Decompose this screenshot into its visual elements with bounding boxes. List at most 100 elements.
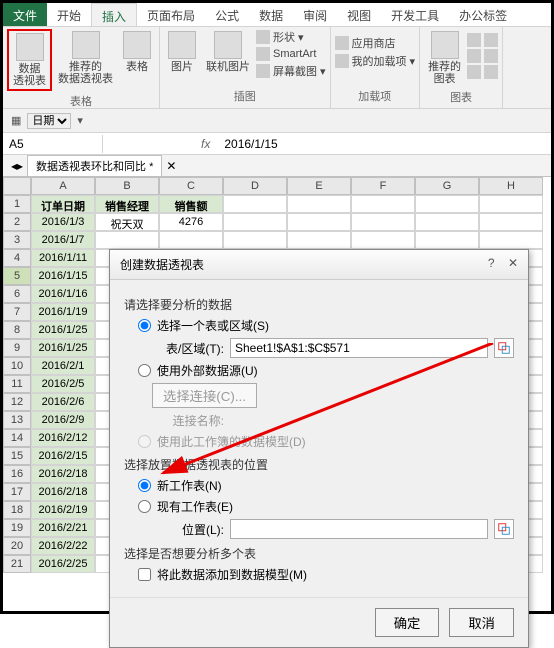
tab-home[interactable]: 开始 [47, 3, 91, 26]
cell[interactable] [223, 231, 287, 249]
date-cell[interactable]: 2016/2/5 [31, 375, 95, 393]
row-header[interactable]: 20 [3, 537, 31, 555]
row-header[interactable]: 10 [3, 357, 31, 375]
col-header[interactable]: F [351, 177, 415, 195]
row-header[interactable]: 8 [3, 321, 31, 339]
row-header[interactable]: 18 [3, 501, 31, 519]
table-header[interactable]: 销售经理 [95, 195, 159, 213]
myaddins-button[interactable]: 我的加载项 ▾ [335, 53, 416, 69]
tab-file[interactable]: 文件 [3, 3, 47, 26]
row-header[interactable]: 6 [3, 285, 31, 303]
cell[interactable] [479, 213, 543, 231]
tab-data[interactable]: 数据 [249, 3, 293, 26]
sheet-tab[interactable]: 数据透视表环比和同比 * [27, 155, 162, 177]
fx-icon[interactable]: fx [193, 137, 218, 151]
cancel-button[interactable]: 取消 [449, 608, 514, 637]
tab-office[interactable]: 办公标签 [449, 3, 517, 26]
table-button[interactable]: 表格 [119, 29, 155, 75]
range-input[interactable] [230, 338, 488, 358]
date-cell[interactable]: 2016/2/19 [31, 501, 95, 519]
date-cell[interactable]: 2016/2/25 [31, 555, 95, 573]
chart-icon-2[interactable] [484, 33, 498, 47]
col-header[interactable]: D [223, 177, 287, 195]
row-header[interactable]: 16 [3, 465, 31, 483]
cell[interactable] [95, 231, 159, 249]
smartart-button[interactable]: SmartArt [256, 47, 326, 61]
date-cell[interactable]: 2016/2/9 [31, 411, 95, 429]
date-cell[interactable]: 2016/2/21 [31, 519, 95, 537]
table-header[interactable]: 销售额 [159, 195, 223, 213]
col-header[interactable]: H [479, 177, 543, 195]
col-header[interactable]: G [415, 177, 479, 195]
chart-icon-3[interactable] [467, 49, 481, 63]
range-select-icon[interactable] [494, 338, 514, 358]
formula-value[interactable]: 2016/1/15 [218, 137, 283, 151]
pivot-table-button[interactable]: 数据 透视表 [7, 29, 52, 91]
cell[interactable] [287, 213, 351, 231]
chart-icon-1[interactable] [467, 33, 481, 47]
ok-button[interactable]: 确定 [375, 608, 440, 637]
tab-review[interactable]: 审阅 [293, 3, 337, 26]
location-select-icon[interactable] [494, 519, 514, 539]
date-cell[interactable]: 2016/1/16 [31, 285, 95, 303]
row-header[interactable]: 2 [3, 213, 31, 231]
cell[interactable] [223, 213, 287, 231]
row-header[interactable]: 15 [3, 447, 31, 465]
date-cell[interactable]: 2016/2/1 [31, 357, 95, 375]
row-header[interactable]: 7 [3, 303, 31, 321]
date-cell[interactable]: 2016/2/12 [31, 429, 95, 447]
radio-existing-sheet[interactable] [138, 500, 151, 513]
cell[interactable] [415, 213, 479, 231]
chart-icon-6[interactable] [484, 65, 498, 79]
date-cell[interactable]: 2016/1/7 [31, 231, 95, 249]
cell[interactable] [159, 231, 223, 249]
date-format-select[interactable]: 日期 [27, 113, 71, 129]
tab-view[interactable]: 视图 [337, 3, 381, 26]
row-header[interactable]: 5 [3, 267, 31, 285]
radio-new-sheet[interactable] [138, 479, 151, 492]
date-cell[interactable]: 2016/2/22 [31, 537, 95, 555]
online-picture-button[interactable]: 联机图片 [202, 29, 254, 75]
date-cell[interactable]: 2016/1/19 [31, 303, 95, 321]
chart-icon-4[interactable] [484, 49, 498, 63]
date-cell[interactable]: 2016/1/25 [31, 321, 95, 339]
row-header[interactable]: 1 [3, 195, 31, 213]
row-header[interactable]: 13 [3, 411, 31, 429]
location-input[interactable] [230, 519, 488, 539]
date-cell[interactable]: 2016/1/15 [31, 267, 95, 285]
cell[interactable] [479, 231, 543, 249]
tab-nav-icon[interactable]: ◂▸ [11, 159, 23, 173]
cell[interactable] [351, 231, 415, 249]
row-header[interactable]: 17 [3, 483, 31, 501]
store-button[interactable]: 应用商店 [335, 35, 416, 51]
tab-formula[interactable]: 公式 [205, 3, 249, 26]
row-header[interactable]: 3 [3, 231, 31, 249]
cell[interactable] [287, 231, 351, 249]
tab-layout[interactable]: 页面布局 [137, 3, 205, 26]
date-cell[interactable]: 2016/1/3 [31, 213, 95, 231]
cell[interactable] [415, 231, 479, 249]
row-header[interactable]: 12 [3, 393, 31, 411]
cell[interactable] [351, 213, 415, 231]
col-header[interactable]: E [287, 177, 351, 195]
date-cell[interactable]: 2016/2/15 [31, 447, 95, 465]
close-icon[interactable]: ✕ [508, 256, 518, 270]
date-cell[interactable]: 2016/2/6 [31, 393, 95, 411]
name-box[interactable]: A5 [3, 135, 103, 153]
screenshot-button[interactable]: 屏幕截图 ▾ [256, 63, 326, 79]
close-tab-icon[interactable]: ✕ [166, 159, 176, 173]
shapes-button[interactable]: 形状 ▾ [256, 29, 326, 45]
help-icon[interactable]: ? [488, 256, 495, 270]
date-cell[interactable]: 2016/2/18 [31, 483, 95, 501]
date-cell[interactable]: 2016/1/25 [31, 339, 95, 357]
checkbox-add-model[interactable] [138, 568, 151, 581]
tab-dev[interactable]: 开发工具 [381, 3, 449, 26]
row-header[interactable]: 4 [3, 249, 31, 267]
tab-insert[interactable]: 插入 [91, 3, 137, 26]
date-cell[interactable]: 2016/2/18 [31, 465, 95, 483]
radio-external[interactable] [138, 364, 151, 377]
col-header[interactable]: A [31, 177, 95, 195]
col-header[interactable]: C [159, 177, 223, 195]
row-header[interactable]: 21 [3, 555, 31, 573]
row-header[interactable]: 19 [3, 519, 31, 537]
